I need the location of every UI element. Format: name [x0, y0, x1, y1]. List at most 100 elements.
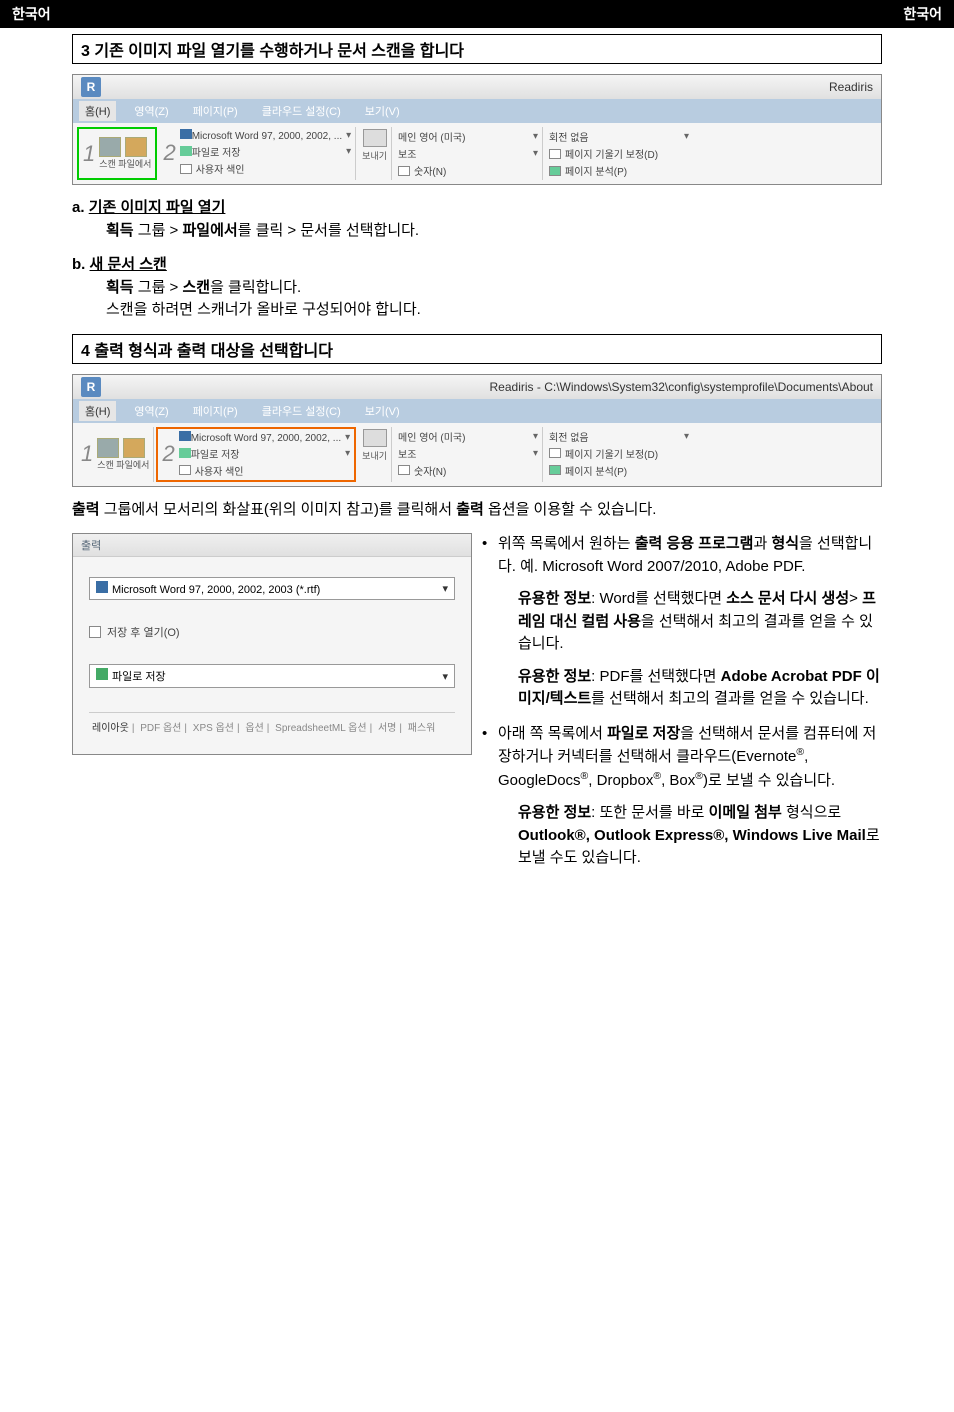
main-lang-dropdown[interactable]: 메인 영어 (미국)▾ — [398, 429, 538, 444]
chevron-down-icon: ▾ — [346, 130, 351, 141]
bullet-2: • 아래 쪽 목록에서 파일로 저장을 선택해서 문서를 컴퓨터에 저장하거나 … — [482, 723, 882, 870]
tab-cloud[interactable]: 클라우드 설정(C) — [256, 101, 347, 121]
ribbon-tabs: 홈(H) 영역(Z) 페이지(P) 클라우드 설정(C) 보기(V) — [73, 99, 881, 123]
scanner-icon[interactable] — [97, 438, 119, 458]
checkbox-icon — [179, 465, 191, 475]
tab-view[interactable]: 보기(V) — [359, 401, 406, 421]
chevron-down-icon: ▾ — [442, 670, 448, 683]
tab-pdf[interactable]: PDF 옵션 — [137, 723, 184, 734]
open-after-checkbox[interactable]: 저장 후 열기(O) — [89, 624, 455, 640]
dialog-tabs: 레이아웃| PDF 옵션| XPS 옵션| 옵션| SpreadsheetML … — [89, 712, 455, 734]
tab-spreadsheet[interactable]: SpreadsheetML 옵션 — [272, 723, 369, 734]
disk-icon — [96, 668, 108, 680]
output-group-highlighted: 2 Microsoft Word 97, 2000, 2002, ... ▾ 파… — [156, 427, 356, 482]
tab-xps[interactable]: XPS 옵션 — [190, 723, 237, 734]
format-dropdown[interactable]: Microsoft Word 97, 2000, 2002, ... ▾ — [179, 431, 350, 444]
section4-intro: 출력 그룹에서 모서리의 화살표(위의 이미지 참고)를 클릭해서 출력 옵션을… — [72, 499, 882, 522]
scanner-icon[interactable] — [99, 137, 121, 157]
user-index-checkbox[interactable]: 사용자 색인 — [180, 161, 351, 176]
section-4-title: 4 출력 형식과 출력 대상을 선택합니다 — [72, 334, 882, 364]
analyze-checkbox[interactable]: 페이지 분석(P) — [549, 463, 689, 478]
analyze-checkbox[interactable]: 페이지 분석(P) — [549, 163, 689, 178]
bullet-icon: • — [482, 533, 488, 711]
numbers-checkbox[interactable]: 숫자(N) — [398, 463, 538, 478]
chevron-down-icon: ▾ — [533, 131, 538, 142]
item-b-heading: 새 문서 스캔 — [90, 256, 167, 273]
tab-signature[interactable]: 서명 — [375, 723, 399, 734]
numbers-checkbox[interactable]: 숫자(N) — [398, 163, 538, 178]
tab-area[interactable]: 영역(Z) — [128, 101, 174, 121]
user-index-checkbox[interactable]: 사용자 색인 — [179, 463, 350, 478]
tab-layout[interactable]: 레이아웃 — [89, 723, 132, 734]
save-dropdown[interactable]: 파일로 저장 ▾ — [179, 446, 350, 461]
send-group[interactable]: 보내기 — [358, 427, 392, 482]
cloud-icon — [180, 146, 192, 156]
ribbon: 1 스캔 파일에서 2 Microsoft Word 97, 2000, 200… — [73, 123, 881, 184]
tab-view[interactable]: 보기(V) — [359, 101, 406, 121]
language-group: 메인 영어 (미국)▾ 보조▾ 숫자(N) — [394, 427, 543, 482]
rotation-group: 회전 없음▾ 페이지 기울기 보정(D) 페이지 분석(P) — [545, 127, 693, 180]
format-select[interactable]: Microsoft Word 97, 2000, 2002, 2003 (*.r… — [89, 577, 455, 600]
save-dropdown[interactable]: 파일로 저장 ▾ — [180, 144, 351, 159]
send-label: 보내기 — [362, 149, 387, 162]
instruction-b: b. 새 문서 스캔 획득 그룹 > 스캔을 클릭합니다. 스캔을 하려면 스캐… — [72, 254, 882, 322]
rotation-dropdown[interactable]: 회전 없음▾ — [549, 129, 689, 144]
checkbox-icon — [549, 149, 561, 159]
assist-dropdown[interactable]: 보조▾ — [398, 146, 538, 161]
output-group: 2 Microsoft Word 97, 2000, 2002, ... ▾ 파… — [159, 127, 356, 180]
header-left: 한국어 — [12, 4, 51, 24]
tab-home[interactable]: 홈(H) — [79, 101, 116, 121]
send-group[interactable]: 보내기 — [358, 127, 392, 180]
deskew-checkbox[interactable]: 페이지 기울기 보정(D) — [549, 446, 689, 461]
output-dialog: 출력 Microsoft Word 97, 2000, 2002, 2003 (… — [72, 533, 472, 755]
tip-2: 유용한 정보: PDF를 선택했다면 Adobe Acrobat PDF 이미지… — [518, 666, 882, 711]
assist-dropdown[interactable]: 보조▾ — [398, 446, 538, 461]
app-titlebar: R Readiris — [73, 75, 881, 99]
item-b-action: 스캔 — [182, 279, 210, 296]
format-dropdown[interactable]: Microsoft Word 97, 2000, 2002, ... ▾ — [180, 129, 351, 142]
tab-page[interactable]: 페이지(P) — [187, 401, 244, 421]
screenshot-section4: R Readiris - C:\Windows\System32\config\… — [72, 374, 882, 487]
checkbox-checked-icon — [549, 166, 561, 176]
tab-page[interactable]: 페이지(P) — [187, 101, 244, 121]
screenshot-section3: R Readiris 홈(H) 영역(Z) 페이지(P) 클라우드 설정(C) … — [72, 74, 882, 185]
app-title: Readiris — [829, 80, 873, 94]
tab-cloud[interactable]: 클라우드 설정(C) — [256, 401, 347, 421]
readiris-logo-icon: R — [81, 77, 101, 97]
readiris-logo-icon: R — [81, 377, 101, 397]
app-title-2: Readiris - C:\Windows\System32\config\sy… — [490, 380, 873, 394]
step1-number: 1 — [81, 441, 93, 467]
header-right: 한국어 — [903, 4, 942, 24]
dialog-title: 출력 — [73, 534, 471, 557]
chevron-down-icon: ▾ — [684, 131, 689, 142]
rotation-dropdown[interactable]: 회전 없음▾ — [549, 429, 689, 444]
deskew-checkbox[interactable]: 페이지 기울기 보정(D) — [549, 146, 689, 161]
item-a-action: 파일에서 — [182, 222, 237, 239]
checkbox-icon — [398, 166, 410, 176]
step2-number: 2 — [162, 441, 174, 467]
folder-icon[interactable] — [125, 137, 147, 157]
tab-area[interactable]: 영역(Z) — [128, 401, 174, 421]
item-a-label: a. — [72, 199, 85, 216]
chevron-down-icon: ▾ — [533, 431, 538, 442]
rotation-group: 회전 없음▾ 페이지 기울기 보정(D) 페이지 분석(P) — [545, 427, 693, 482]
bullet-list: • 위쪽 목록에서 원하는 출력 응용 프로그램과 형식을 선택합니다. 예. … — [482, 533, 882, 882]
cloud-icon — [179, 448, 191, 458]
main-lang-dropdown[interactable]: 메인 영어 (미국)▾ — [398, 129, 538, 144]
word-icon — [179, 431, 191, 441]
folder-icon[interactable] — [123, 438, 145, 458]
ribbon-tabs-2: 홈(H) 영역(Z) 페이지(P) 클라우드 설정(C) 보기(V) — [73, 399, 881, 423]
word-icon — [96, 581, 108, 593]
scan-from-label: 스캔 파일에서 — [99, 157, 151, 170]
tab-options[interactable]: 옵션 — [242, 723, 266, 734]
instruction-a: a. 기존 이미지 파일 열기 획득 그룹 > 파일에서를 클릭 > 문서를 선… — [72, 197, 882, 242]
tip-3: 유용한 정보: 또한 문서를 바로 이메일 첨부 형식으로 Outlook®, … — [518, 802, 882, 870]
tip-1: 유용한 정보: Word를 선택했다면 소스 문서 다시 생성> 프레임 대신 … — [518, 588, 882, 656]
item-b-group: 획득 — [106, 279, 134, 296]
acquire-group: 1 스캔 파일에서 — [77, 127, 157, 180]
tab-home[interactable]: 홈(H) — [79, 401, 116, 421]
saveas-select[interactable]: 파일로 저장 ▾ — [89, 664, 455, 688]
item-b-note: 스캔을 하려면 스캐너가 올바로 구성되어야 합니다. — [106, 301, 421, 318]
tab-password[interactable]: 패스워 — [405, 723, 439, 734]
item-b-label: b. — [72, 256, 85, 273]
